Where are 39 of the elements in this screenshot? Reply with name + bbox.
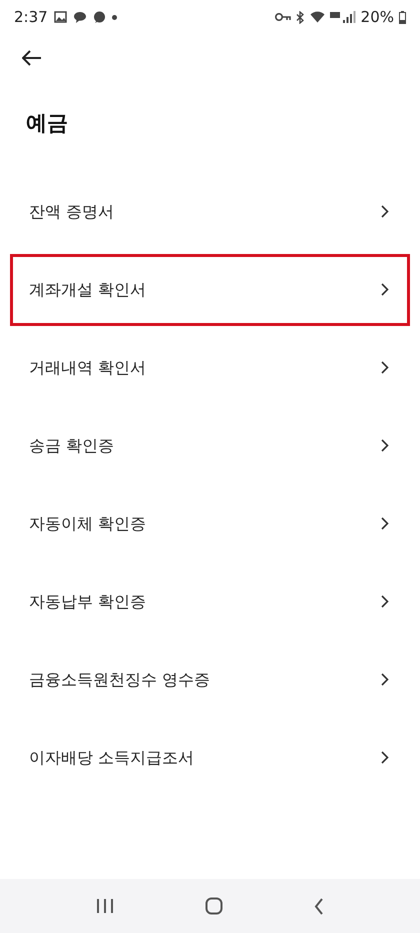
key-icon <box>274 12 291 22</box>
chevron-right-icon <box>381 673 389 686</box>
list-item[interactable]: 송금 확인증 <box>10 410 410 482</box>
recent-apps-icon[interactable] <box>96 898 114 914</box>
list-item[interactable]: 금융소득원천징수 영수증 <box>10 644 410 716</box>
list-item[interactable]: 거래내역 확인서 <box>10 332 410 404</box>
battery-percentage: 20% <box>360 6 394 28</box>
status-time: 2:37 <box>14 6 48 28</box>
dot-icon <box>112 14 117 20</box>
chevron-right-icon <box>381 439 389 452</box>
list-item[interactable]: 자동납부 확인증 <box>10 566 410 638</box>
highlighted-list-item[interactable]: 계좌개설 확인서 <box>10 254 410 326</box>
bluetooth-icon <box>296 10 305 24</box>
chevron-right-icon <box>381 205 389 218</box>
item-label: 금융소득원천징수 영수증 <box>29 668 210 690</box>
chevron-right-icon <box>381 283 389 296</box>
chevron-right-icon <box>381 361 389 374</box>
chat-icon <box>72 10 87 24</box>
chevron-right-icon <box>381 751 389 764</box>
chevron-right-icon <box>381 595 389 608</box>
item-label: 자동이체 확인증 <box>29 512 146 534</box>
list-item[interactable]: 이자배당 소득지급조서 <box>10 722 410 794</box>
item-label: 계좌개설 확인서 <box>29 278 146 300</box>
page-title: 예금 <box>26 110 69 137</box>
battery-icon <box>399 10 406 24</box>
chat-bubble-icon <box>92 10 106 24</box>
hd-signal-icon <box>330 10 356 24</box>
chevron-right-icon <box>381 517 389 530</box>
item-label: 송금 확인증 <box>29 434 114 456</box>
wifi-icon <box>310 11 325 23</box>
item-label: 거래내역 확인서 <box>29 356 146 378</box>
list-item[interactable]: 잔액 증명서 <box>10 176 410 248</box>
back-icon[interactable] <box>314 898 324 914</box>
list-item[interactable]: 자동이체 확인증 <box>10 488 410 560</box>
item-label: 이자배당 소득지급조서 <box>29 746 194 768</box>
item-label: 자동납부 확인증 <box>29 590 146 612</box>
image-icon <box>54 11 67 23</box>
item-label: 잔액 증명서 <box>29 200 114 222</box>
home-icon[interactable] <box>204 897 223 915</box>
